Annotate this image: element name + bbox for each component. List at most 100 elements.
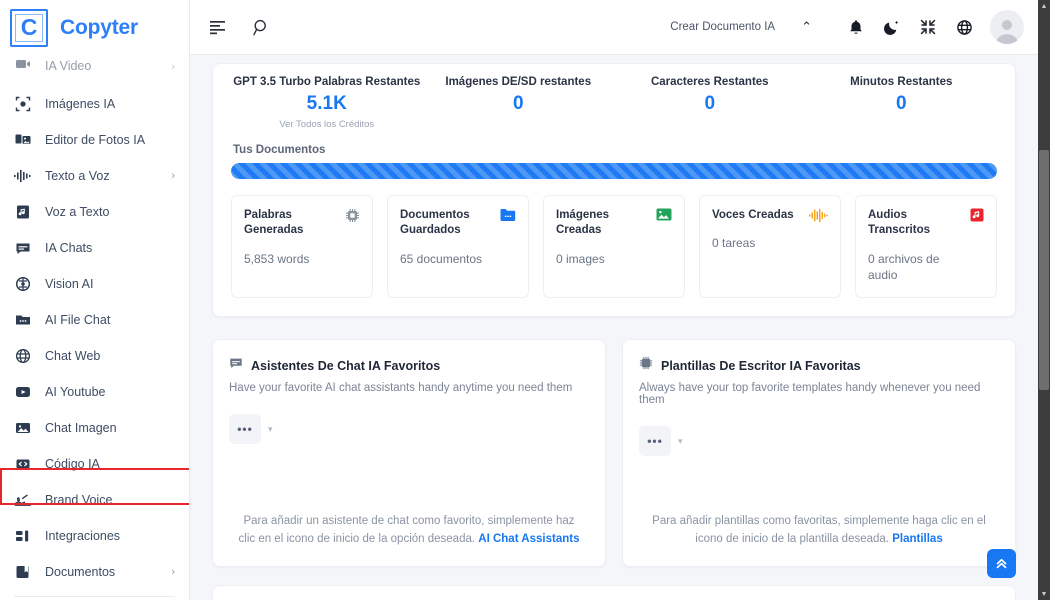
sidebar: C Copyter IA Video › Imágenes IA Editor …: [0, 0, 190, 600]
mini-card-voces-creadas: Voces Creadas 0 tareas: [699, 194, 841, 299]
browser-scrollbar[interactable]: ▲ ▼: [1038, 0, 1050, 600]
sidebar-item-ai-file-chat[interactable]: AI File Chat: [0, 302, 189, 338]
sidebar-item-codigo-ia[interactable]: Código IA: [0, 446, 189, 482]
mini-stats-row: Palabras Generadas 5,853 words Documento…: [231, 194, 997, 299]
stats-row: GPT 3.5 Turbo Palabras Restantes 5.1K Ve…: [231, 74, 997, 130]
stat-value: 0: [895, 93, 907, 114]
mini-card-title: Audios Transcritos: [868, 208, 930, 237]
mini-card-imagenes-creadas: Imágenes Creadas 0 images: [543, 194, 685, 299]
chat-assistants-more-button[interactable]: •••: [229, 414, 261, 445]
sidebar-item-label: AI File Chat: [45, 313, 111, 327]
scrollbar-thumb[interactable]: [1039, 150, 1049, 390]
sidebar-item-voz-a-texto[interactable]: Voz a Texto: [0, 194, 189, 230]
mini-card-documentos-guardados: Documentos Guardados 65 documentos: [387, 194, 529, 299]
youtube-icon: [14, 383, 32, 401]
double-chevron-up-icon: [996, 558, 1007, 569]
sidebar-nav: IA Video › Imágenes IA Editor de Fotos I…: [0, 55, 189, 600]
signature-icon: [14, 491, 32, 509]
view-all-credits-link[interactable]: Ver Todos los Créditos: [231, 119, 423, 130]
mini-card-title: Imágenes Creadas: [556, 208, 610, 237]
moon-icon[interactable]: [874, 19, 910, 36]
globe-icon: [14, 347, 32, 365]
chevron-right-icon: ›: [171, 170, 175, 182]
sidebar-item-vision-ai[interactable]: Vision AI: [0, 266, 189, 302]
logo-mark-icon: C: [10, 8, 48, 47]
chat-bubble-icon: [14, 239, 32, 257]
documents-icon: [14, 563, 32, 581]
sidebar-item-chat-web[interactable]: Chat Web: [0, 338, 189, 374]
chevron-up-icon[interactable]: ⌃: [801, 19, 812, 35]
waveform-icon: [14, 167, 32, 185]
stat-characters-remaining: Caracteres Restantes 0: [614, 74, 806, 115]
more-dots-icon: •••: [237, 422, 253, 437]
sidebar-item-editor-de-fotos-ia[interactable]: Editor de Fotos IA: [0, 122, 189, 158]
stats-card: GPT 3.5 Turbo Palabras Restantes 5.1K Ve…: [212, 63, 1016, 318]
sidebar-item-label: Vision AI: [45, 277, 94, 291]
sidebar-item-label: Código IA: [45, 457, 100, 471]
stat-value: 5.1K: [306, 93, 347, 114]
plantillas-link[interactable]: Plantillas: [892, 533, 943, 545]
stat-title: Caracteres Restantes: [650, 76, 769, 88]
image-icon: [656, 208, 672, 221]
sidebar-item-texto-a-voz[interactable]: Texto a Voz ›: [0, 158, 189, 194]
chat-bubble-icon: [229, 356, 243, 375]
panel-footer: Para añadir plantillas como favoritas, s…: [639, 512, 999, 549]
brand-logo[interactable]: C Copyter: [0, 0, 189, 55]
logo-letter: C: [20, 14, 38, 40]
sidebar-item-documentos[interactable]: Documentos ›: [0, 554, 189, 590]
sidebar-item-ia-chats[interactable]: IA Chats: [0, 230, 189, 266]
mini-card-value: 65 documentos: [400, 251, 483, 266]
scrollbar-down-arrow[interactable]: ▼: [1038, 588, 1050, 600]
sidebar-item-label: IA Video: [45, 59, 92, 73]
create-document-button[interactable]: Crear Documento IA: [670, 21, 775, 33]
music-file-icon: [14, 203, 32, 221]
stat-title: Imágenes DE/SD restantes: [445, 76, 592, 88]
video-icon: [14, 55, 32, 73]
panel-favorite-templates: Plantillas De Escritor IA Favoritas Alwa…: [622, 339, 1016, 568]
photo-editor-icon: [14, 131, 32, 149]
panel-title: Plantillas De Escritor IA Favoritas: [661, 358, 861, 373]
integrations-icon: [14, 527, 32, 545]
fullscreen-exit-icon[interactable]: [910, 19, 946, 35]
panel-favorite-chat-assistants: Asistentes De Chat IA Favoritos Have you…: [212, 339, 606, 568]
templates-more-button[interactable]: •••: [639, 426, 671, 457]
stat-images-remaining: Imágenes DE/SD restantes 0: [423, 74, 615, 115]
panel-footer: Para añadir un asistente de chat como fa…: [229, 512, 589, 549]
sidebar-item-label: Integraciones: [45, 529, 121, 543]
ai-chip-icon: [639, 356, 653, 375]
sidebar-item-brand-voice[interactable]: Brand Voice: [0, 482, 189, 518]
panel-subtitle: Have your favorite AI chat assistants ha…: [229, 382, 573, 395]
stat-title: GPT 3.5 Turbo Palabras Restantes: [233, 76, 421, 88]
documents-label: Tus Documentos: [233, 143, 326, 156]
topbar: Crear Documento IA ⌃: [190, 0, 1038, 55]
stat-minutes-remaining: Minutos Restantes 0: [806, 74, 998, 115]
mini-card-palabras-generadas: Palabras Generadas 5,853 words: [231, 194, 373, 299]
mini-card-value: 0 images: [556, 251, 605, 266]
menu-align-icon[interactable]: [210, 20, 227, 35]
sidebar-divider: [14, 596, 175, 597]
scrollbar-up-arrow[interactable]: ▲: [1038, 0, 1050, 12]
ai-chat-assistants-link[interactable]: AI Chat Assistants: [478, 533, 579, 545]
chevron-right-icon: ›: [171, 566, 175, 578]
avatar[interactable]: [990, 10, 1024, 44]
bell-icon[interactable]: [838, 19, 874, 36]
sidebar-item-label: Chat Imagen: [45, 421, 117, 435]
sidebar-item-label: AI Youtube: [45, 385, 106, 399]
globe-icon[interactable]: [946, 19, 982, 36]
sidebar-item-imagenes-ia[interactable]: Imágenes IA: [0, 86, 189, 122]
sidebar-item-ai-youtube[interactable]: AI Youtube: [0, 374, 189, 410]
documents-progress-track: [231, 162, 997, 179]
more-dots-icon: •••: [647, 434, 663, 449]
sidebar-item-clipped[interactable]: IA Video ›: [0, 55, 189, 73]
app-root: C Copyter IA Video › Imágenes IA Editor …: [0, 0, 1050, 600]
chevron-down-icon[interactable]: ▾: [268, 424, 273, 435]
search-icon[interactable]: [253, 19, 270, 36]
brain-icon: [14, 275, 32, 293]
sidebar-item-chat-imagen[interactable]: Chat Imagen: [0, 410, 189, 446]
sidebar-item-integraciones[interactable]: Integraciones: [0, 518, 189, 554]
panel-title: Asistentes De Chat IA Favoritos: [251, 358, 441, 373]
mini-card-title: Palabras Generadas: [244, 208, 304, 237]
scroll-to-top-button[interactable]: [987, 549, 1016, 578]
favorites-panels: Asistentes De Chat IA Favoritos Have you…: [212, 339, 1016, 568]
chevron-down-icon[interactable]: ▾: [678, 436, 683, 447]
